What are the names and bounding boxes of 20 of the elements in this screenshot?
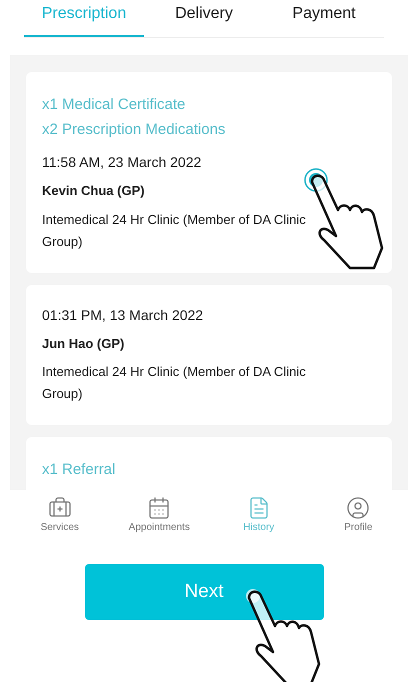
history-card[interactable]: x1 Medical Certificate x2 Prescription Medications 11:58 AM, 23 March 2022 Kevin Chua (GP) Intemedical 24 Hr Clinic (Member of DA Clinic Group) [26,72,392,272]
clinic-name: Intemedical 24 Hr Clinic (Member of DA Clinic Group) [42,210,307,251]
doctor-name: Kevin Chua (GP) [42,182,146,200]
item-summary: x2 Prescription Medications [42,120,226,140]
medical-kit-icon[interactable] [48,496,72,520]
tab[interactable]: Payment [264,0,384,37]
tab[interactable]: Prescription [24,0,144,37]
user-icon[interactable] [346,496,370,520]
tab[interactable]: Delivery [144,0,264,37]
calendar-icon[interactable] [147,496,172,520]
clinic-name: Intemedical 24 Hr Clinic (Member of DA Clinic Group) [42,363,307,403]
item-summary: x1 Referral [42,460,116,480]
visit-time: 11:58 AM, 23 March 2022 [42,153,202,172]
nav-label[interactable]: Profile [344,520,372,534]
nav-label[interactable]: Appointments [128,520,190,534]
nav-label[interactable]: Services [40,520,79,534]
item-summary: x1 Medical Certificate [42,95,186,115]
doctor-name: Jun Hao (GP) [42,334,126,353]
visit-time: 01:31 PM, 13 March 2022 [42,306,204,324]
history-card[interactable]: 01:31 PM, 13 March 2022 Jun Hao (GP) Intemedical 24 Hr Clinic (Member of DA Clinic Group) [26,284,392,425]
